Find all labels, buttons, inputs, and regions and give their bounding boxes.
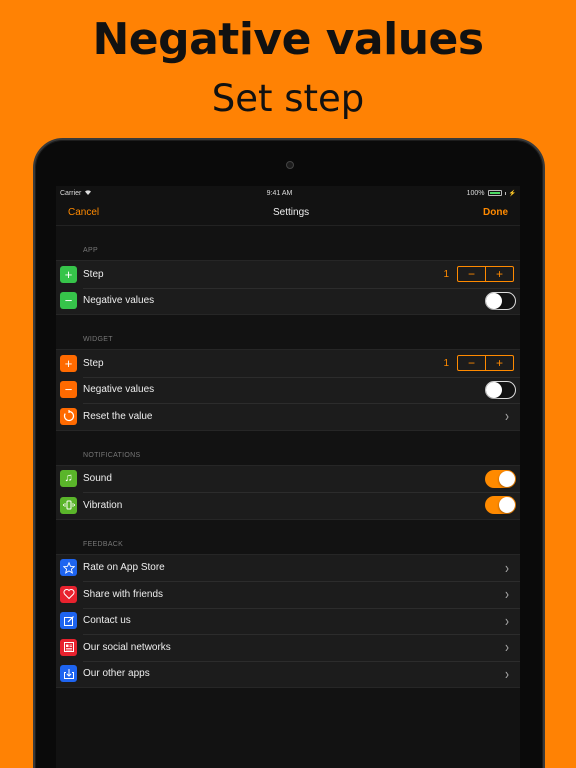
chevron-right-icon: › — [505, 611, 509, 630]
other-apps-row[interactable]: Our other apps › — [56, 660, 520, 687]
vibration-icon — [60, 496, 77, 514]
section-app: + Step 1 − + − Negative values — [56, 260, 520, 315]
app-step-label: Step — [83, 268, 104, 280]
battery-icon — [487, 190, 502, 196]
app-step-row: + Step 1 − + — [56, 261, 520, 288]
contact-row[interactable]: Contact us › — [56, 607, 520, 634]
carrier-label: Carrier — [60, 189, 82, 197]
reset-value-row[interactable]: Reset the value › — [56, 403, 520, 430]
widget-step-plus-button[interactable]: + — [486, 356, 513, 370]
sound-row: ♫ Sound — [56, 465, 520, 492]
headline-subtitle: Set step — [211, 77, 365, 120]
widget-step-value: 1 — [443, 357, 449, 369]
social-icon — [60, 638, 77, 656]
sound-toggle[interactable] — [485, 469, 516, 488]
nav-bar: Cancel Settings Done — [56, 200, 520, 226]
download-icon — [60, 665, 77, 683]
star-icon — [60, 559, 77, 577]
social-label: Our social networks — [83, 641, 171, 653]
minus-icon: − — [60, 292, 77, 310]
page-title: Settings — [273, 207, 310, 218]
share-row[interactable]: Share with friends › — [56, 581, 520, 608]
app-step-stepper: − + — [457, 266, 514, 283]
section-notifications: ♫ Sound Vibration — [56, 464, 520, 520]
share-label: Share with friends — [83, 588, 164, 600]
minus-icon: − — [60, 381, 77, 399]
chevron-right-icon: › — [505, 638, 509, 657]
app-step-minus-button[interactable]: − — [458, 267, 486, 282]
vibration-toggle[interactable] — [485, 496, 516, 515]
widget-step-label: Step — [83, 357, 104, 369]
section-header-app: APP — [83, 247, 98, 254]
section-header-feedback: FEEDBACK — [83, 540, 124, 548]
app-negative-label: Negative values — [83, 295, 155, 307]
done-button[interactable]: Done — [483, 207, 508, 218]
chevron-right-icon: › — [505, 558, 509, 577]
charging-icon: ⚡ — [508, 190, 516, 197]
compose-icon — [60, 612, 77, 630]
section-feedback: Rate on App Store › Share with friends ›… — [56, 553, 520, 688]
reset-icon — [60, 407, 77, 425]
social-row[interactable]: Our social networks › — [56, 634, 520, 661]
widget-step-stepper: − + — [457, 355, 514, 372]
battery-percent: 100% — [466, 189, 485, 197]
reset-value-label: Reset the value — [83, 410, 153, 422]
section-header-widget: WIDGET — [83, 336, 113, 343]
headline-title: Negative values — [92, 14, 484, 65]
rate-app-label: Rate on App Store — [83, 562, 165, 574]
chevron-right-icon: › — [505, 585, 509, 604]
app-negative-row: − Negative values — [56, 287, 520, 314]
chevron-right-icon: › — [505, 407, 509, 426]
status-bar: Carrier 9:41 AM 100% ⚡ — [56, 186, 520, 200]
heart-icon — [60, 585, 77, 603]
chevron-right-icon: › — [505, 664, 509, 683]
app-step-plus-button[interactable]: + — [486, 267, 513, 281]
app-negative-toggle[interactable] — [485, 291, 516, 310]
sound-label: Sound — [83, 473, 112, 485]
plus-icon: + — [60, 265, 77, 283]
wifi-icon — [84, 189, 92, 197]
settings-screen: Carrier 9:41 AM 100% ⚡ Cancel Settings D… — [56, 186, 520, 768]
other-apps-label: Our other apps — [83, 668, 150, 680]
cancel-button[interactable]: Cancel — [68, 207, 99, 218]
widget-negative-toggle[interactable] — [485, 380, 516, 399]
vibration-row: Vibration — [56, 492, 520, 519]
section-widget: + Step 1 − + − Negative values Reset the… — [56, 349, 520, 431]
rate-app-row[interactable]: Rate on App Store › — [56, 554, 520, 581]
plus-icon: + — [60, 354, 77, 372]
vibration-label: Vibration — [83, 499, 123, 511]
contact-label: Contact us — [83, 615, 131, 627]
camera-icon — [286, 161, 294, 169]
app-step-value: 1 — [443, 268, 449, 280]
widget-negative-label: Negative values — [83, 384, 155, 396]
widget-step-minus-button[interactable]: − — [458, 356, 486, 371]
widget-negative-row: − Negative values — [56, 376, 520, 403]
widget-step-row: + Step 1 − + — [56, 350, 520, 377]
section-header-notifications: NOTIFICATIONS — [83, 451, 141, 459]
status-time: 9:41 AM — [266, 189, 293, 197]
music-note-icon: ♫ — [60, 470, 77, 488]
